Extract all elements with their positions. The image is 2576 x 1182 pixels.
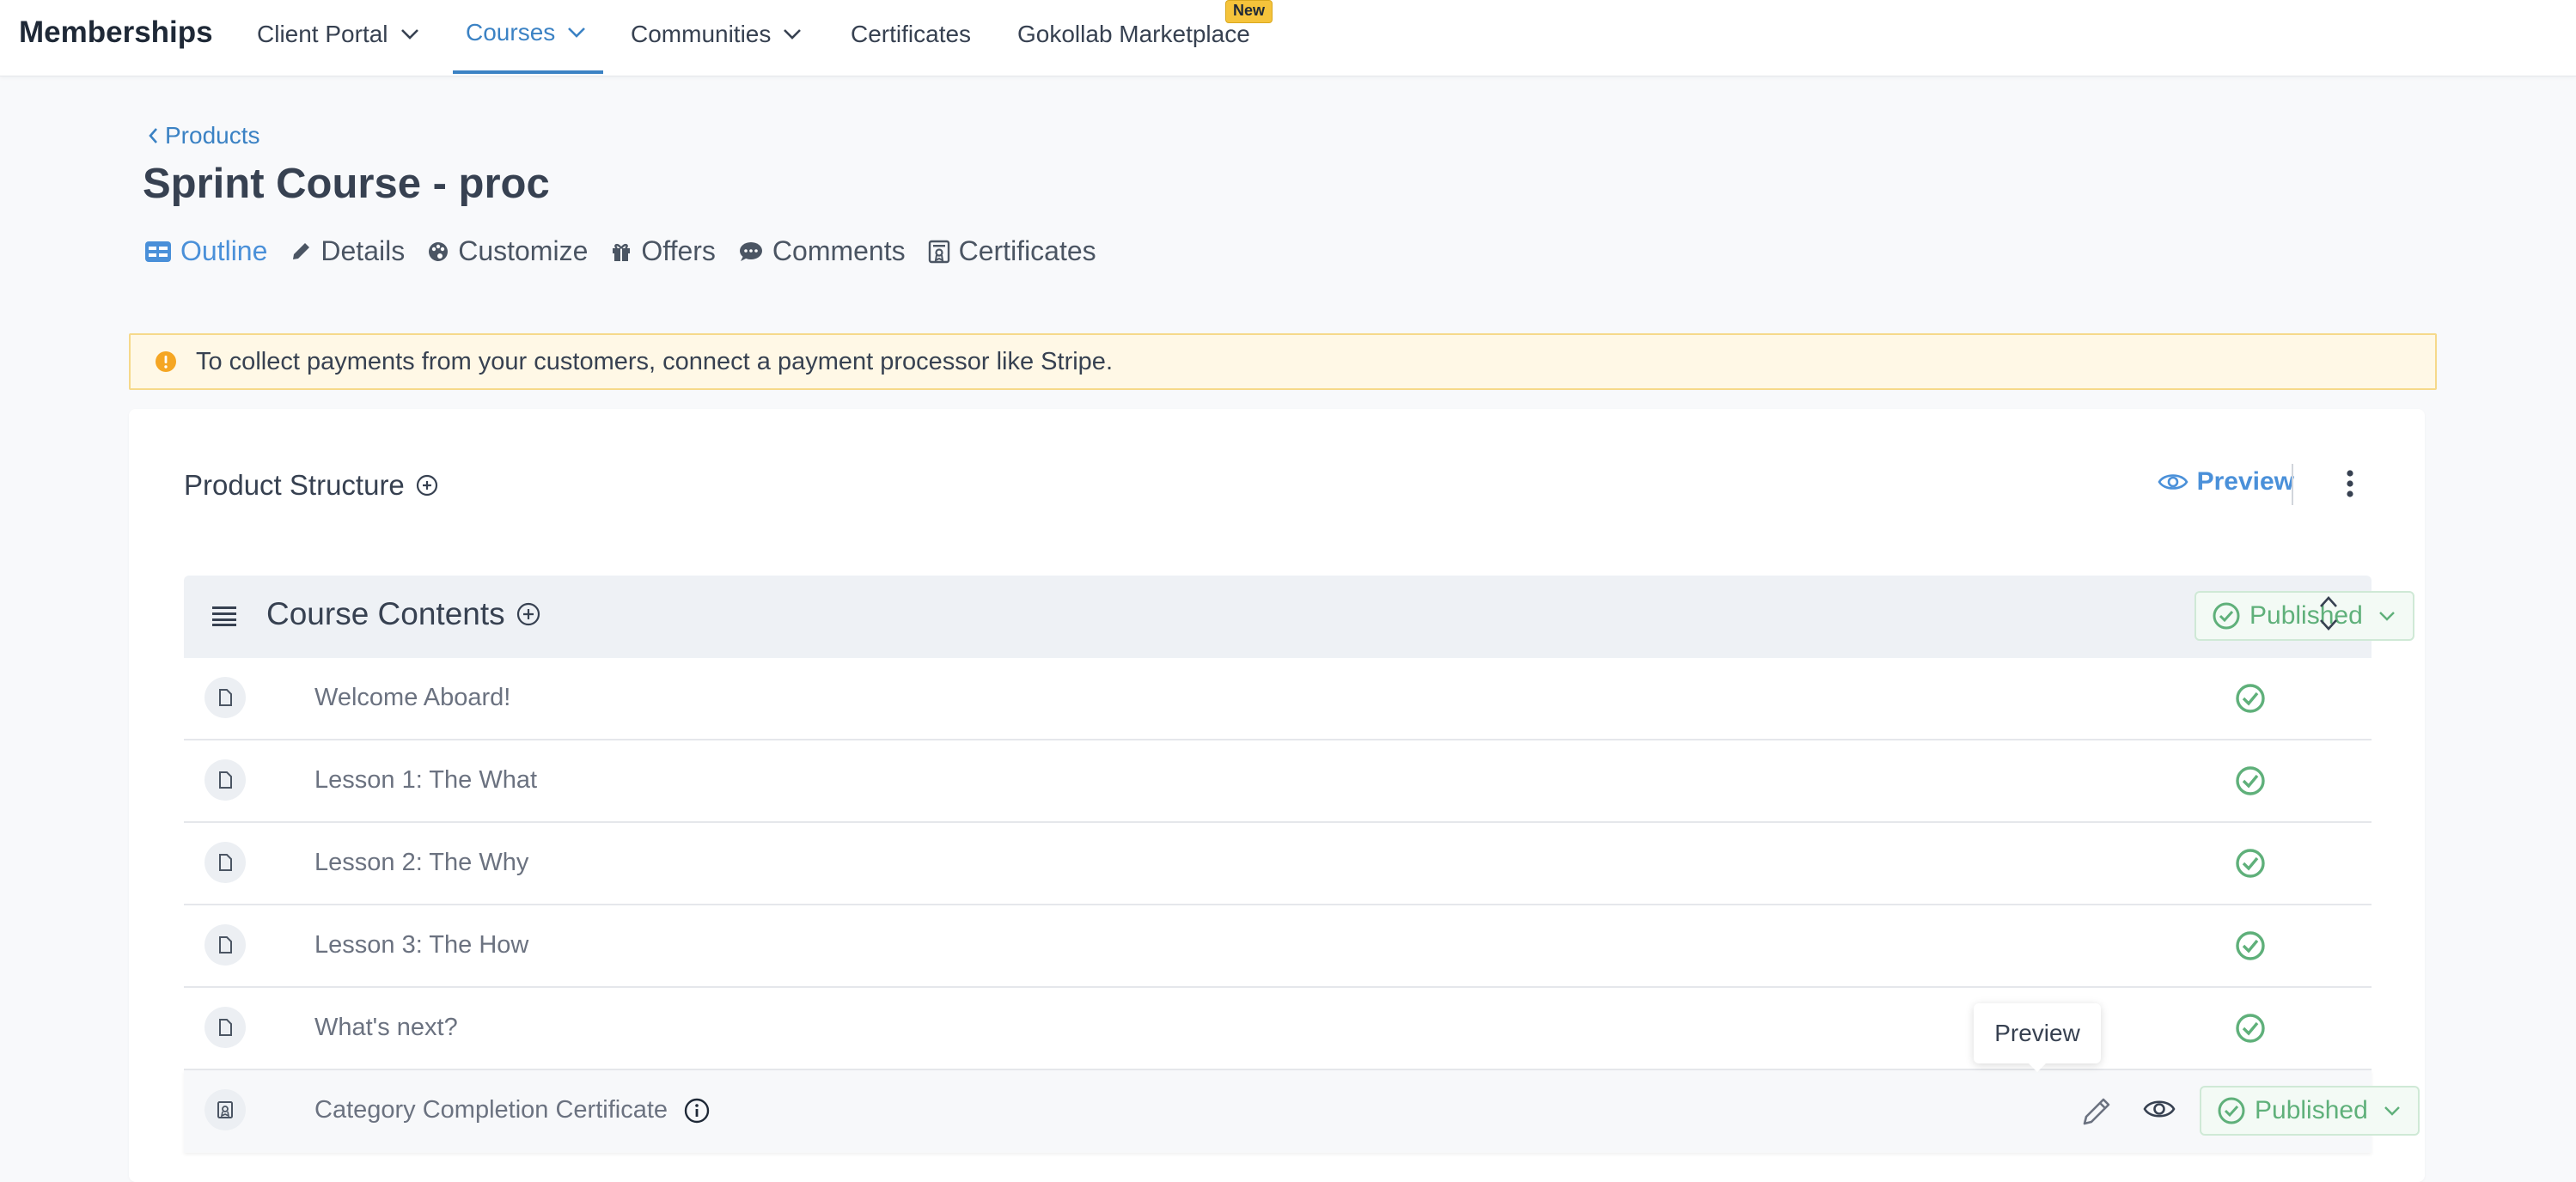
tab-outline[interactable]: Outline — [144, 235, 267, 267]
product-structure-title: Product Structure — [184, 469, 439, 502]
nav-certificates[interactable]: Certificates — [851, 21, 971, 48]
preview-label: Preview — [2196, 467, 2294, 496]
nav-marketplace[interactable]: Gokollab Marketplace — [1017, 21, 1250, 48]
nav-label: Communities — [631, 21, 772, 47]
nav-communities[interactable]: Communities — [631, 21, 802, 48]
tab-label: Outline — [180, 235, 268, 266]
lesson-row[interactable]: Welcome Aboard! — [184, 658, 2372, 740]
product-tabs: Outline Details Customize Offers Comment… — [144, 235, 1119, 267]
status-label: Published — [2255, 1096, 2368, 1124]
nav-label: Gokollab Marketplace — [1017, 21, 1250, 47]
tab-comments[interactable]: Comments — [738, 235, 906, 267]
lesson-title[interactable]: Welcome Aboard! — [314, 684, 510, 712]
preview-button[interactable]: Preview — [2158, 467, 2294, 497]
chevron-down-icon — [2378, 612, 2395, 621]
section-title: Course Contents — [266, 596, 541, 632]
tooltip-arrow — [2027, 1062, 2048, 1072]
certificate-label: Category Completion Certificate — [314, 1096, 668, 1124]
tab-certificates[interactable]: Certificates — [928, 235, 1096, 267]
published-check-icon — [2236, 1014, 2265, 1043]
warning-icon — [156, 351, 176, 372]
lesson-row[interactable]: Lesson 3: The How — [184, 905, 2372, 988]
chevron-down-icon — [784, 29, 802, 40]
outline-icon — [145, 241, 171, 262]
product-structure-label: Product Structure — [184, 469, 405, 501]
add-circle-icon[interactable] — [415, 473, 439, 497]
product-structure-card: Product Structure Preview Course Content… — [129, 409, 2425, 1182]
comment-icon — [739, 241, 762, 261]
status-label: Published — [2249, 601, 2363, 630]
lesson-row[interactable]: Lesson 2: The Why — [184, 823, 2372, 905]
new-badge: New — [1225, 0, 1273, 23]
tab-label: Certificates — [958, 235, 1096, 266]
eye-icon[interactable] — [2143, 1096, 2176, 1122]
tab-label: Comments — [772, 235, 906, 266]
published-check-icon — [2236, 766, 2265, 795]
check-circle-icon — [2213, 602, 2240, 630]
divider — [2292, 464, 2293, 505]
preview-tooltip: Preview — [1974, 1003, 2101, 1063]
lesson-title[interactable]: Lesson 1: The What — [314, 766, 537, 795]
published-check-icon — [2236, 849, 2265, 878]
gift-icon — [613, 243, 631, 261]
page-title: Sprint Course - proc — [143, 161, 550, 207]
lesson-title[interactable]: What's next? — [314, 1014, 458, 1042]
chevron-down-icon — [400, 29, 418, 40]
add-circle-icon[interactable] — [516, 601, 541, 627]
nav-client-portal[interactable]: Client Portal — [257, 21, 419, 48]
lesson-row[interactable]: Lesson 1: The What — [184, 740, 2372, 823]
document-icon — [204, 759, 246, 801]
tab-label: Details — [320, 235, 406, 266]
nav-label: Client Portal — [257, 21, 388, 47]
section-status-dropdown[interactable]: Published — [2194, 591, 2414, 641]
certificate-icon — [928, 240, 949, 263]
certificate-status-dropdown[interactable]: Published — [2200, 1086, 2420, 1136]
lesson-title[interactable]: Lesson 2: The Why — [314, 849, 528, 877]
top-nav: Memberships Client Portal Courses Commun… — [0, 0, 2576, 76]
tab-label: Offers — [641, 235, 716, 266]
nav-label: Courses — [466, 19, 556, 46]
pencil-icon[interactable] — [2079, 1094, 2114, 1129]
document-icon — [204, 924, 246, 966]
document-icon — [204, 1007, 246, 1048]
published-check-icon — [2236, 931, 2265, 960]
document-icon — [204, 677, 246, 718]
tab-label: Customize — [458, 235, 589, 266]
tab-customize[interactable]: Customize — [427, 235, 588, 267]
drag-handle-icon[interactable] — [211, 603, 237, 627]
document-icon — [204, 842, 246, 883]
back-label: Products — [165, 122, 260, 149]
tab-details[interactable]: Details — [290, 235, 405, 267]
certificate-row[interactable]: Category Completion Certificate Publishe… — [184, 1070, 2420, 1153]
chevron-down-icon — [2384, 1106, 2400, 1116]
eye-icon — [2158, 474, 2188, 490]
published-check-icon — [2236, 684, 2265, 713]
chevron-left-icon — [149, 128, 157, 143]
info-icon[interactable] — [683, 1097, 711, 1124]
pencil-icon — [293, 242, 310, 259]
back-to-products-link[interactable]: Products — [148, 122, 260, 149]
expand-collapse-icon[interactable] — [2318, 594, 2339, 632]
check-circle-icon — [2218, 1097, 2245, 1124]
brand-title: Memberships — [19, 15, 213, 49]
section-title-label: Course Contents — [266, 596, 505, 631]
palette-icon — [429, 241, 449, 261]
more-options-icon[interactable] — [2346, 469, 2354, 498]
payment-alert: To collect payments from your customers,… — [129, 333, 2437, 390]
lesson-title[interactable]: Lesson 3: The How — [314, 931, 528, 960]
nav-label: Certificates — [851, 21, 972, 47]
nav-courses[interactable]: Courses — [466, 19, 586, 46]
active-nav-indicator — [453, 70, 603, 74]
alert-text: To collect payments from your customers,… — [196, 347, 1113, 375]
course-contents-section: Course Contents Published — [184, 576, 2414, 658]
certificate-icon — [204, 1089, 246, 1130]
chevron-down-icon — [568, 27, 586, 38]
tab-offers[interactable]: Offers — [610, 235, 716, 267]
certificate-title[interactable]: Category Completion Certificate — [314, 1096, 711, 1124]
